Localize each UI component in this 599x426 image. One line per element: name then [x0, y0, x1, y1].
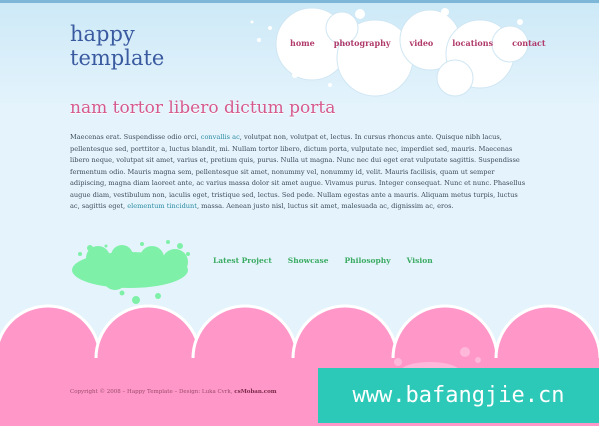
sub-nav-latest-project[interactable]: Latest Project	[213, 256, 272, 265]
credit-link[interactable]: csMoban.com	[234, 389, 276, 395]
watermark: www.bafangjie.cn	[318, 368, 599, 423]
nav-photography[interactable]: photography	[334, 38, 391, 48]
nav-home[interactable]: home	[290, 38, 315, 48]
paragraph-text-1: Maecenas erat. Suspendisse odio orci,	[70, 133, 201, 141]
page-title: nam tortor libero dictum porta	[70, 98, 336, 118]
nav-contact[interactable]: contact	[512, 38, 545, 48]
copyright-text: Copyright © 2008 – Happy Template – Desi…	[70, 389, 233, 395]
secondary-nav: Latest Project Showcase Philosophy Visio…	[213, 256, 449, 265]
green-blobs-decoration	[72, 240, 190, 304]
intro-paragraph: Maecenas erat. Suspendisse odio orci, co…	[70, 132, 528, 213]
logo-line-1: happy	[70, 22, 135, 46]
sub-nav-philosophy[interactable]: Philosophy	[345, 256, 391, 265]
logo[interactable]: happy template	[70, 22, 164, 70]
nav-video[interactable]: video	[410, 38, 434, 48]
main-nav: home photography video locations contact	[290, 38, 565, 48]
paragraph-link-1[interactable]: convallis ac	[201, 133, 240, 141]
sub-nav-vision[interactable]: Vision	[407, 256, 433, 265]
paragraph-link-2[interactable]: elementum tincidunt	[127, 202, 197, 210]
copyright: Copyright © 2008 – Happy Template – Desi…	[70, 389, 277, 395]
paragraph-text-2: , volutpat non, volutpat et, lectus. In …	[70, 133, 526, 210]
nav-locations[interactable]: locations	[452, 38, 493, 48]
paragraph-text-3: , massa. Aenean justo nisl, luctus sit a…	[196, 202, 454, 210]
logo-line-2: template	[70, 46, 165, 70]
sub-nav-showcase[interactable]: Showcase	[288, 256, 329, 265]
